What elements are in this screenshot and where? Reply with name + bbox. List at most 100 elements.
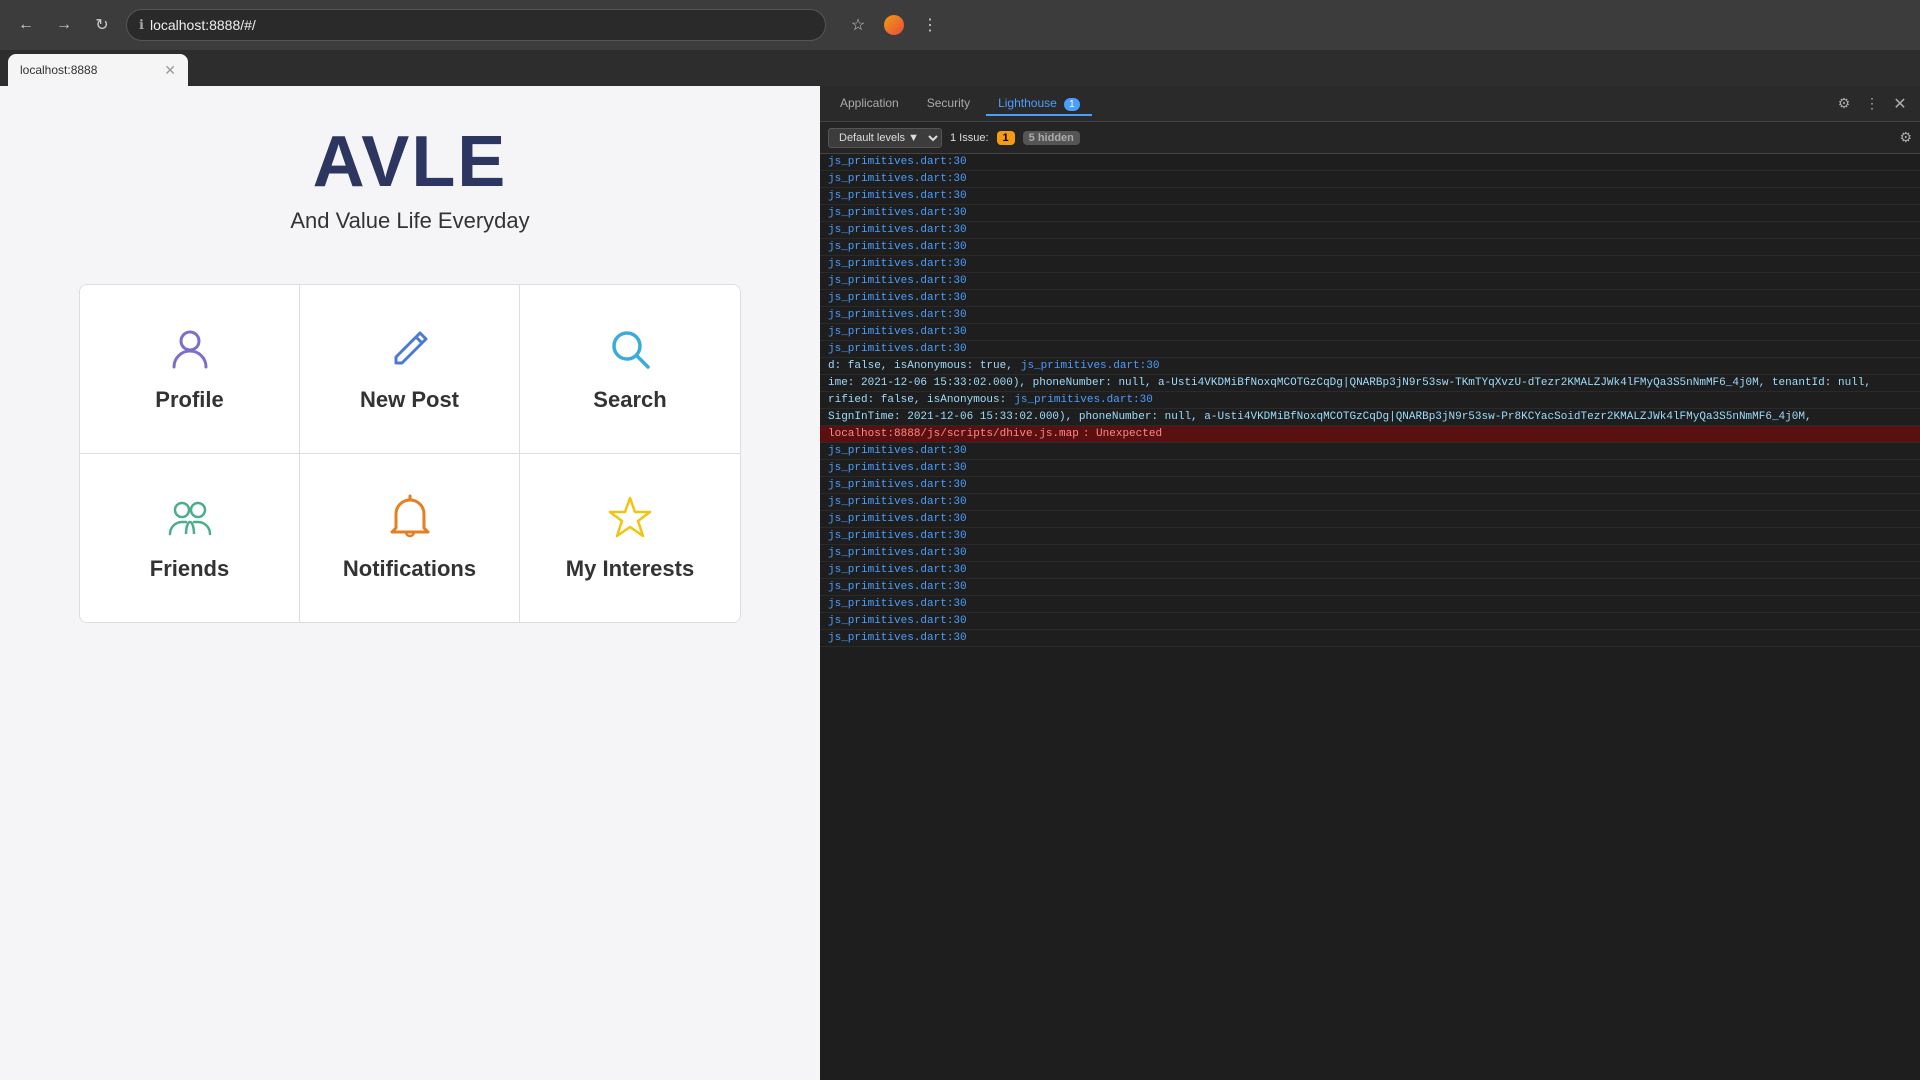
forward-button[interactable]: → [50, 11, 78, 39]
notifications-icon [386, 494, 434, 542]
console-link[interactable]: js_primitives.dart:30 [828, 496, 967, 508]
devtools-issues-count[interactable]: 1 [997, 131, 1015, 145]
console-line: js_primitives.dart:30 [820, 528, 1920, 545]
menu-button[interactable]: ⋮ [916, 11, 944, 39]
console-link[interactable]: js_primitives.dart:30 [828, 326, 967, 338]
console-link[interactable]: js_primitives.dart:30 [828, 190, 967, 202]
console-error-line: localhost:8888/js/scripts/dhive.js.map :… [820, 426, 1920, 443]
console-line: js_primitives.dart:30 [820, 511, 1920, 528]
console-link[interactable]: js_primitives.dart:30 [828, 513, 967, 525]
devtools-tab-lighthouse[interactable]: Lighthouse 1 [986, 92, 1092, 116]
console-line: js_primitives.dart:30 [820, 596, 1920, 613]
devtools-badge: 1 [1064, 98, 1080, 111]
devtools-tab-application[interactable]: Application [828, 92, 911, 116]
console-error-text: : Unexpected [1083, 428, 1162, 440]
devtools-filter-settings-icon[interactable]: ⚙ [1899, 129, 1912, 146]
devtools-tab-security[interactable]: Security [915, 92, 982, 116]
menu-item-notifications[interactable]: Notifications [300, 454, 520, 622]
console-link[interactable]: js_primitives.dart:30 [828, 615, 967, 627]
console-line: js_primitives.dart:30 [820, 630, 1920, 647]
browser-window: ← → ↻ ℹ ☆ ⋮ localhost:8888 ✕ AVLE [0, 0, 1920, 1080]
console-link[interactable]: js_primitives.dart:30 [828, 173, 967, 185]
console-link[interactable]: js_primitives.dart:30 [828, 479, 967, 491]
console-link[interactable]: js_primitives.dart:30 [828, 598, 967, 610]
console-link[interactable]: js_primitives.dart:30 [828, 241, 967, 253]
active-tab[interactable]: localhost:8888 ✕ [8, 54, 188, 86]
menu-item-new-post[interactable]: New Post [300, 285, 520, 454]
console-link[interactable]: js_primitives.dart:30 [828, 445, 967, 457]
console-line: js_primitives.dart:30 [820, 188, 1920, 205]
app-logo: AVLE [313, 126, 508, 198]
console-line: js_primitives.dart:30 [820, 341, 1920, 358]
console-line: js_primitives.dart:30 [820, 324, 1920, 341]
friends-label: Friends [150, 556, 229, 582]
console-link[interactable]: js_primitives.dart:30 [828, 530, 967, 542]
console-link[interactable]: js_primitives.dart:30 [828, 292, 967, 304]
console-link[interactable]: js_primitives.dart:30 [828, 224, 967, 236]
console-obj-text: d: false, isAnonymous: true, [828, 360, 1013, 372]
devtools-hidden-count[interactable]: 5 hidden [1023, 131, 1080, 145]
console-line: js_primitives.dart:30 [820, 171, 1920, 188]
menu-item-search[interactable]: Search [520, 285, 740, 454]
tab-bar: localhost:8888 ✕ [0, 50, 1920, 86]
reload-button[interactable]: ↻ [88, 11, 116, 39]
console-link[interactable]: js_primitives.dart:30 [828, 343, 967, 355]
console-obj-text: rified: false, isAnonymous: [828, 394, 1006, 406]
console-line: js_primitives.dart:30 [820, 273, 1920, 290]
console-obj-line-3: rified: false, isAnonymous: js_primitive… [820, 392, 1920, 409]
browser-action-buttons: ☆ ⋮ [844, 11, 944, 39]
app-area: AVLE And Value Life Everyday Profile [0, 86, 820, 1080]
console-link[interactable]: js_primitives.dart:30 [828, 462, 967, 474]
console-link[interactable]: js_primitives.dart:30 [828, 564, 967, 576]
browser-toolbar: ← → ↻ ℹ ☆ ⋮ [0, 0, 1920, 50]
console-link[interactable]: js_primitives.dart:30 [1021, 360, 1160, 372]
console-link[interactable]: js_primitives.dart:30 [1014, 394, 1153, 406]
tab-close-button[interactable]: ✕ [164, 62, 176, 79]
menu-item-profile[interactable]: Profile [80, 285, 300, 454]
profile-label: Profile [155, 387, 223, 413]
console-line: js_primitives.dart:30 [820, 562, 1920, 579]
bookmark-button[interactable]: ☆ [844, 11, 872, 39]
console-line: js_primitives.dart:30 [820, 477, 1920, 494]
interests-icon [606, 494, 654, 542]
console-error-link[interactable]: localhost:8888/js/scripts/dhive.js.map [828, 428, 1079, 440]
devtools-filter-bar: Default levels ▼ 1 Issue: 1 5 hidden ⚙ [820, 122, 1920, 154]
console-line: js_primitives.dart:30 [820, 222, 1920, 239]
menu-grid: Profile New Post [79, 284, 741, 623]
console-line: js_primitives.dart:30 [820, 290, 1920, 307]
menu-item-friends[interactable]: Friends [80, 454, 300, 622]
url-input[interactable] [150, 17, 813, 33]
devtools-settings-button[interactable]: ⚙ [1832, 92, 1856, 116]
console-link[interactable]: js_primitives.dart:30 [828, 547, 967, 559]
profile-button[interactable] [880, 11, 908, 39]
devtools-more-button[interactable]: ⋮ [1860, 92, 1884, 116]
friends-icon [166, 494, 214, 542]
console-link[interactable]: js_primitives.dart:30 [828, 632, 967, 644]
console-line: js_primitives.dart:30 [820, 239, 1920, 256]
new-post-icon [386, 325, 434, 373]
console-link[interactable]: js_primitives.dart:30 [828, 581, 967, 593]
console-line: js_primitives.dart:30 [820, 307, 1920, 324]
console-obj-line-2: ime: 2021-12-06 15:33:02.000), phoneNumb… [820, 375, 1920, 392]
console-line: js_primitives.dart:30 [820, 443, 1920, 460]
back-button[interactable]: ← [12, 11, 40, 39]
devtools-close-button[interactable]: ✕ [1888, 92, 1912, 116]
console-link[interactable]: js_primitives.dart:30 [828, 275, 967, 287]
profile-icon [166, 325, 214, 373]
console-link[interactable]: js_primitives.dart:30 [828, 156, 967, 168]
devtools-issues-label: 1 Issue: [950, 132, 989, 144]
notifications-label: Notifications [343, 556, 476, 582]
console-link[interactable]: js_primitives.dart:30 [828, 309, 967, 321]
content-area: AVLE And Value Life Everyday Profile [0, 86, 1920, 1080]
devtools-console[interactable]: js_primitives.dart:30 js_primitives.dart… [820, 154, 1920, 1080]
devtools-level-select[interactable]: Default levels ▼ [828, 128, 942, 148]
console-link[interactable]: js_primitives.dart:30 [828, 207, 967, 219]
console-line: js_primitives.dart:30 [820, 579, 1920, 596]
console-link[interactable]: js_primitives.dart:30 [828, 258, 967, 270]
console-line: js_primitives.dart:30 [820, 545, 1920, 562]
address-bar: ℹ [126, 9, 826, 41]
app-tagline: And Value Life Everyday [290, 208, 529, 234]
console-line: js_primitives.dart:30 [820, 460, 1920, 477]
console-line: js_primitives.dart:30 [820, 205, 1920, 222]
menu-item-interests[interactable]: My Interests [520, 454, 740, 622]
